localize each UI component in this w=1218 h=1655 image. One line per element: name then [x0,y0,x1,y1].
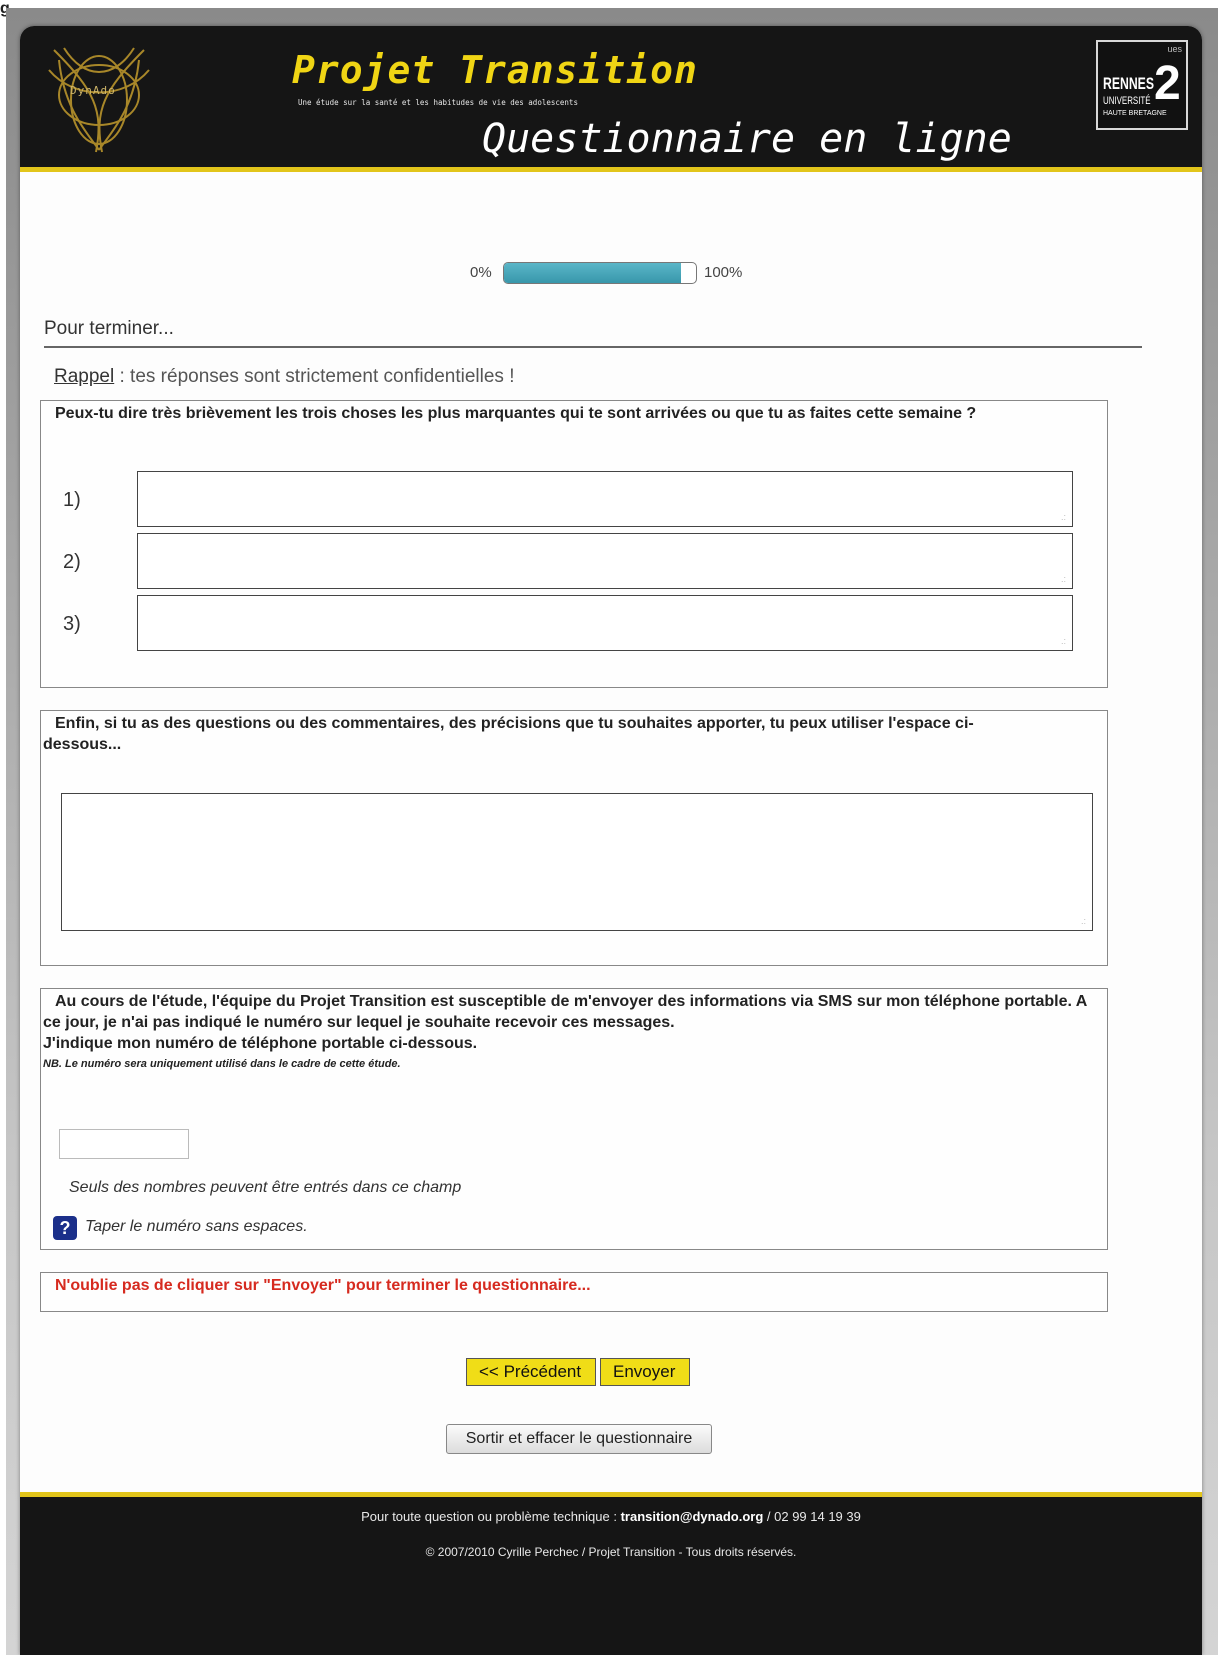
footer-email-link[interactable]: transition@dynado.org [621,1509,764,1524]
dynado-logo [48,47,150,153]
answer-field-3[interactable]: .: [137,595,1073,651]
answer-field-1[interactable]: .: [137,471,1073,527]
progress-fill [504,263,681,283]
resize-handle-icon[interactable]: .: [1061,636,1066,646]
progress-max-label: 100% [704,264,743,281]
comments-textarea[interactable]: .: [61,793,1093,931]
phone-help-text: Taper le numéro sans espaces. [85,1218,308,1235]
rennes2-logo: ues RENNES 2 UNIVERSITÉ HAUTE BRETAGNE [1096,40,1188,130]
answer-field-2[interactable]: .: [137,533,1073,589]
dynado-logo-text: DynAdo [70,84,116,97]
submit-button[interactable]: Envoyer [600,1358,690,1386]
answer-row-1: 1) .: [41,471,1107,527]
phone-input-hint: Seuls des nombres peuvent être entrés da… [69,1179,462,1196]
site-header: DynAdo Projet Transition Une étude sur l… [20,26,1202,172]
resize-handle-icon[interactable]: .: [1061,512,1066,522]
uni-logo-universite: UNIVERSITÉ [1103,95,1151,107]
footer-contact: Pour toute question ou problème techniqu… [20,1509,1202,1524]
questionnaire-page: DynAdo Projet Transition Une étude sur l… [20,26,1202,1655]
site-footer: Pour toute question ou problème techniqu… [20,1492,1202,1655]
reminder-label: Rappel [54,366,115,387]
uni-logo-rennes: RENNES [1103,74,1155,93]
uni-logo-haute-bretagne: HAUTE BRETAGNE [1103,110,1167,117]
confidentiality-reminder: Rappel : tes réponses sont strictement c… [54,366,514,388]
quit-and-erase-button[interactable]: Sortir et effacer le questionnaire [446,1424,712,1454]
phone-number-input[interactable] [59,1129,189,1159]
previous-button[interactable]: << Précédent [466,1358,596,1386]
question-comments: Enfin, si tu as des questions ou des com… [40,710,1108,966]
site-title: Projet Transition [292,48,698,92]
site-subtitle: Une étude sur la santé et les habitudes … [298,98,578,107]
progress-bar [503,262,697,284]
submit-reminder-text: N'oublie pas de cliquer sur "Envoyer" po… [55,1277,591,1294]
reminder-text: : tes réponses sont strictement confiden… [114,366,515,387]
questionnaire-title: Questionnaire en ligne [482,116,1012,162]
answer-number-3: 3) [63,613,81,635]
question-three-things-text: Peux-tu dire très brièvement les trois c… [55,405,977,422]
question-phone-note: NB. Le numéro sera uniquement utilisé da… [43,1058,401,1070]
uni-logo-small-text: ues [1167,44,1182,54]
help-question-icon[interactable]: ? [53,1216,77,1240]
question-phone: Au cours de l'étude, l'équipe du Projet … [40,988,1108,1250]
question-comments-text: Enfin, si tu as des questions ou des com… [43,715,974,753]
progress-indicator: 0% 100% [20,258,1202,288]
footer-contact-prefix: Pour toute question ou problème techniqu… [361,1509,621,1524]
submit-reminder-box: N'oublie pas de cliquer sur "Envoyer" po… [40,1272,1108,1312]
resize-handle-icon[interactable]: .: [1081,916,1086,926]
question-phone-text: Au cours de l'étude, l'équipe du Projet … [43,993,1087,1031]
answer-row-2: 2) .: [41,533,1107,589]
uni-logo-number: 2 [1154,57,1181,110]
progress-min-label: 0% [470,264,492,281]
question-three-things: Peux-tu dire très brièvement les trois c… [40,400,1108,688]
answer-number-1: 1) [63,489,81,511]
footer-phone: / 02 99 14 19 39 [763,1509,861,1524]
footer-copyright: © 2007/2010 Cyrille Perchec / Projet Tra… [425,1545,797,1559]
question-phone-instruction: J'indique mon numéro de téléphone portab… [43,1035,478,1052]
answer-row-3: 3) .: [41,595,1107,651]
answer-number-2: 2) [63,551,81,573]
resize-handle-icon[interactable]: .: [1061,574,1066,584]
section-title: Pour terminer... [44,318,1142,348]
